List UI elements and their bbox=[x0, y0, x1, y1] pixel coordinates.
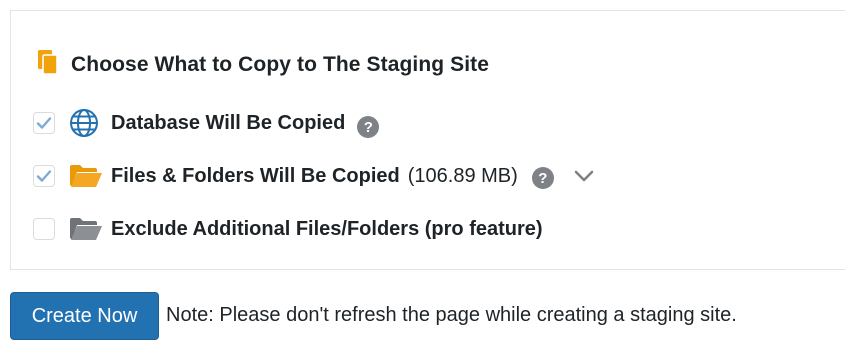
section-heading: Choose What to Copy to The Staging Site bbox=[37, 49, 489, 80]
database-label: Database Will Be Copied bbox=[111, 111, 346, 134]
chevron-down-icon[interactable] bbox=[572, 164, 596, 188]
refresh-note: Note: Please don't refresh the page whil… bbox=[166, 304, 737, 326]
folder-open-icon bbox=[69, 161, 103, 191]
copy-icon bbox=[37, 49, 59, 80]
exclude-checkbox[interactable] bbox=[33, 218, 55, 240]
checkmark-icon bbox=[36, 170, 52, 182]
option-database: Database Will Be Copied ? bbox=[33, 108, 380, 138]
section-title: Choose What to Copy to The Staging Site bbox=[71, 52, 490, 76]
create-now-button[interactable]: Create Now bbox=[10, 292, 159, 340]
globe-icon bbox=[69, 108, 103, 138]
files-size: (106.89 MB) bbox=[407, 164, 518, 187]
checkmark-icon bbox=[36, 117, 52, 129]
option-exclude: Exclude Additional Files/Folders (pro fe… bbox=[33, 214, 543, 244]
files-folders-label: Files & Folders Will Be Copied bbox=[111, 164, 400, 187]
option-files-folders: Files & Folders Will Be Copied (106.89 M… bbox=[33, 161, 596, 191]
files-help-icon[interactable]: ? bbox=[531, 167, 554, 189]
database-help-icon[interactable]: ? bbox=[357, 116, 380, 138]
exclude-label: Exclude Additional Files/Folders (pro fe… bbox=[111, 217, 543, 240]
database-checkbox[interactable] bbox=[33, 112, 55, 134]
staging-options-panel: Choose What to Copy to The Staging Site … bbox=[10, 10, 845, 270]
folder-gray-icon bbox=[69, 214, 103, 244]
files-folders-checkbox[interactable] bbox=[33, 165, 55, 187]
